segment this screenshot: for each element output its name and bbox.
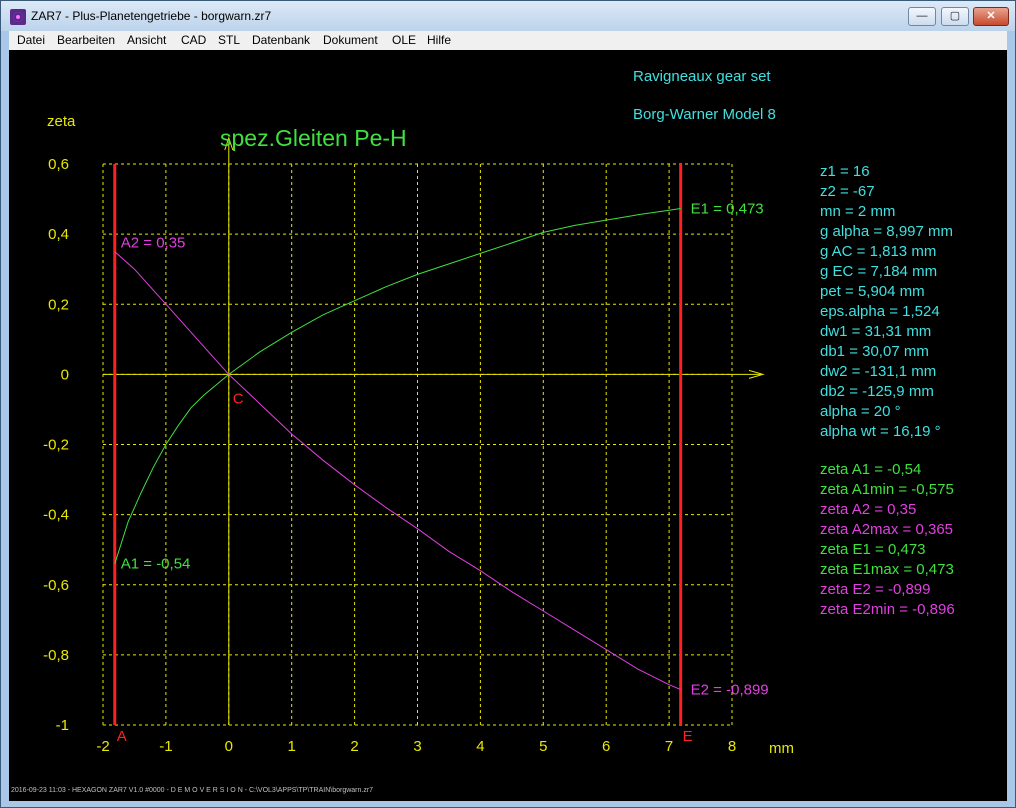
x-tick-label: 2 [350, 738, 358, 755]
x-tick-label: 0 [225, 738, 233, 755]
param-line: g EC = 7,184 mm [820, 263, 938, 280]
value-annotation: E2 = -0,899 [691, 682, 769, 699]
x-tick-label: -2 [96, 738, 109, 755]
x-tick-label: -1 [159, 738, 172, 755]
param-line: dw1 = 31,31 mm [820, 323, 932, 340]
chart-title: spez.Gleiten Pe-H [220, 125, 407, 151]
result-line: zeta A1min = -0,575 [820, 481, 954, 498]
param-line: z1 = 16 [820, 163, 870, 180]
param-line: mn = 2 mm [820, 203, 896, 220]
x-axis-label: mm [769, 740, 794, 757]
minimize-button[interactable]: — [908, 7, 936, 26]
y-tick-label: -0,8 [43, 647, 69, 664]
value-annotation: A1 = -0,54 [121, 556, 191, 573]
title-bar[interactable]: ZAR7 - Plus-Planetengetriebe - borgwarn.… [1, 1, 1015, 31]
menu-cad[interactable]: CAD [181, 33, 206, 47]
menu-ole[interactable]: OLE [392, 33, 416, 47]
y-tick-label: -0,2 [43, 437, 69, 454]
menu-bearbeiten[interactable]: Bearbeiten [57, 33, 115, 47]
series-line-z1 [114, 208, 681, 564]
menu-bar: Datei Bearbeiten Ansicht CAD STL Datenba… [9, 31, 1007, 50]
param-line: alpha = 20 ° [820, 403, 901, 420]
param-line: g AC = 1,813 mm [820, 243, 937, 260]
window-title: ZAR7 - Plus-Planetengetriebe - borgwarn.… [31, 9, 272, 23]
result-line: zeta E1max = 0,473 [820, 561, 954, 578]
header-line-1: Ravigneaux gear set [633, 68, 771, 85]
boundary-label-e: E [683, 728, 693, 745]
x-tick-label: 4 [476, 738, 484, 755]
y-tick-label: -1 [56, 717, 69, 734]
series-line-z2 [114, 251, 681, 691]
param-line: z2 = -67 [820, 183, 875, 200]
y-tick-label: -0,4 [43, 507, 69, 524]
value-annotation: E1 = 0,473 [691, 201, 764, 218]
param-line: dw2 = -131,1 mm [820, 363, 937, 380]
param-line: eps.alpha = 1,524 [820, 303, 940, 320]
result-line: zeta E2 = -0,899 [820, 581, 931, 598]
y-tick-label: 0,2 [48, 296, 69, 313]
param-line: pet = 5,904 mm [820, 283, 925, 300]
app-window: ZAR7 - Plus-Planetengetriebe - borgwarn.… [0, 0, 1016, 808]
menu-dokument[interactable]: Dokument [323, 33, 378, 47]
x-tick-label: 5 [539, 738, 547, 755]
menu-stl[interactable]: STL [218, 33, 240, 47]
x-tick-label: 6 [602, 738, 610, 755]
value-annotation: A2 = 0,35 [121, 235, 186, 252]
status-line: 2016-09-23 11:03 - HEXAGON ZAR7 V1.0 #00… [11, 787, 374, 794]
menu-datei[interactable]: Datei [17, 33, 45, 47]
pitch-point-label: C [233, 390, 244, 407]
boundary-label-a: A [117, 728, 127, 745]
menu-ansicht[interactable]: Ansicht [127, 33, 166, 47]
maximize-button[interactable]: ▢ [941, 7, 969, 26]
app-icon[interactable] [10, 9, 26, 25]
y-tick-label: -0,6 [43, 577, 69, 594]
y-tick-label: 0,6 [48, 156, 69, 173]
drawing-canvas[interactable]: -2 -1 0 1 2 3 4 5 6 7 8 0,6 0,4 0,2 0 -0,2 -0,4 -0,6 -0,8 -… [9, 50, 1007, 801]
result-line: zeta A2max = 0,365 [820, 521, 954, 538]
param-line: g alpha = 8,997 mm [820, 223, 954, 240]
param-line: alpha wt = 16,19 ° [820, 423, 941, 440]
x-tick-label: 8 [728, 738, 736, 755]
result-line: zeta A1 = -0,54 [820, 461, 922, 478]
y-tick-label: 0 [61, 366, 69, 383]
close-button[interactable]: ✕ [973, 7, 1009, 26]
param-line: db1 = 30,07 mm [820, 343, 929, 360]
header-line-2: Borg-Warner Model 8 [633, 106, 776, 123]
result-line: zeta E2min = -0,896 [820, 601, 955, 618]
menu-hilfe[interactable]: Hilfe [427, 33, 451, 47]
y-tick-label: 0,4 [48, 226, 69, 243]
param-line: db2 = -125,9 mm [820, 383, 934, 400]
menu-datenbank[interactable]: Datenbank [252, 33, 310, 47]
x-tick-label: 7 [665, 738, 673, 755]
result-line: zeta E1 = 0,473 [820, 541, 926, 558]
y-axis-label: zeta [47, 113, 76, 130]
result-line: zeta A2 = 0,35 [820, 501, 917, 518]
x-tick-label: 3 [413, 738, 421, 755]
x-tick-label: 1 [288, 738, 296, 755]
